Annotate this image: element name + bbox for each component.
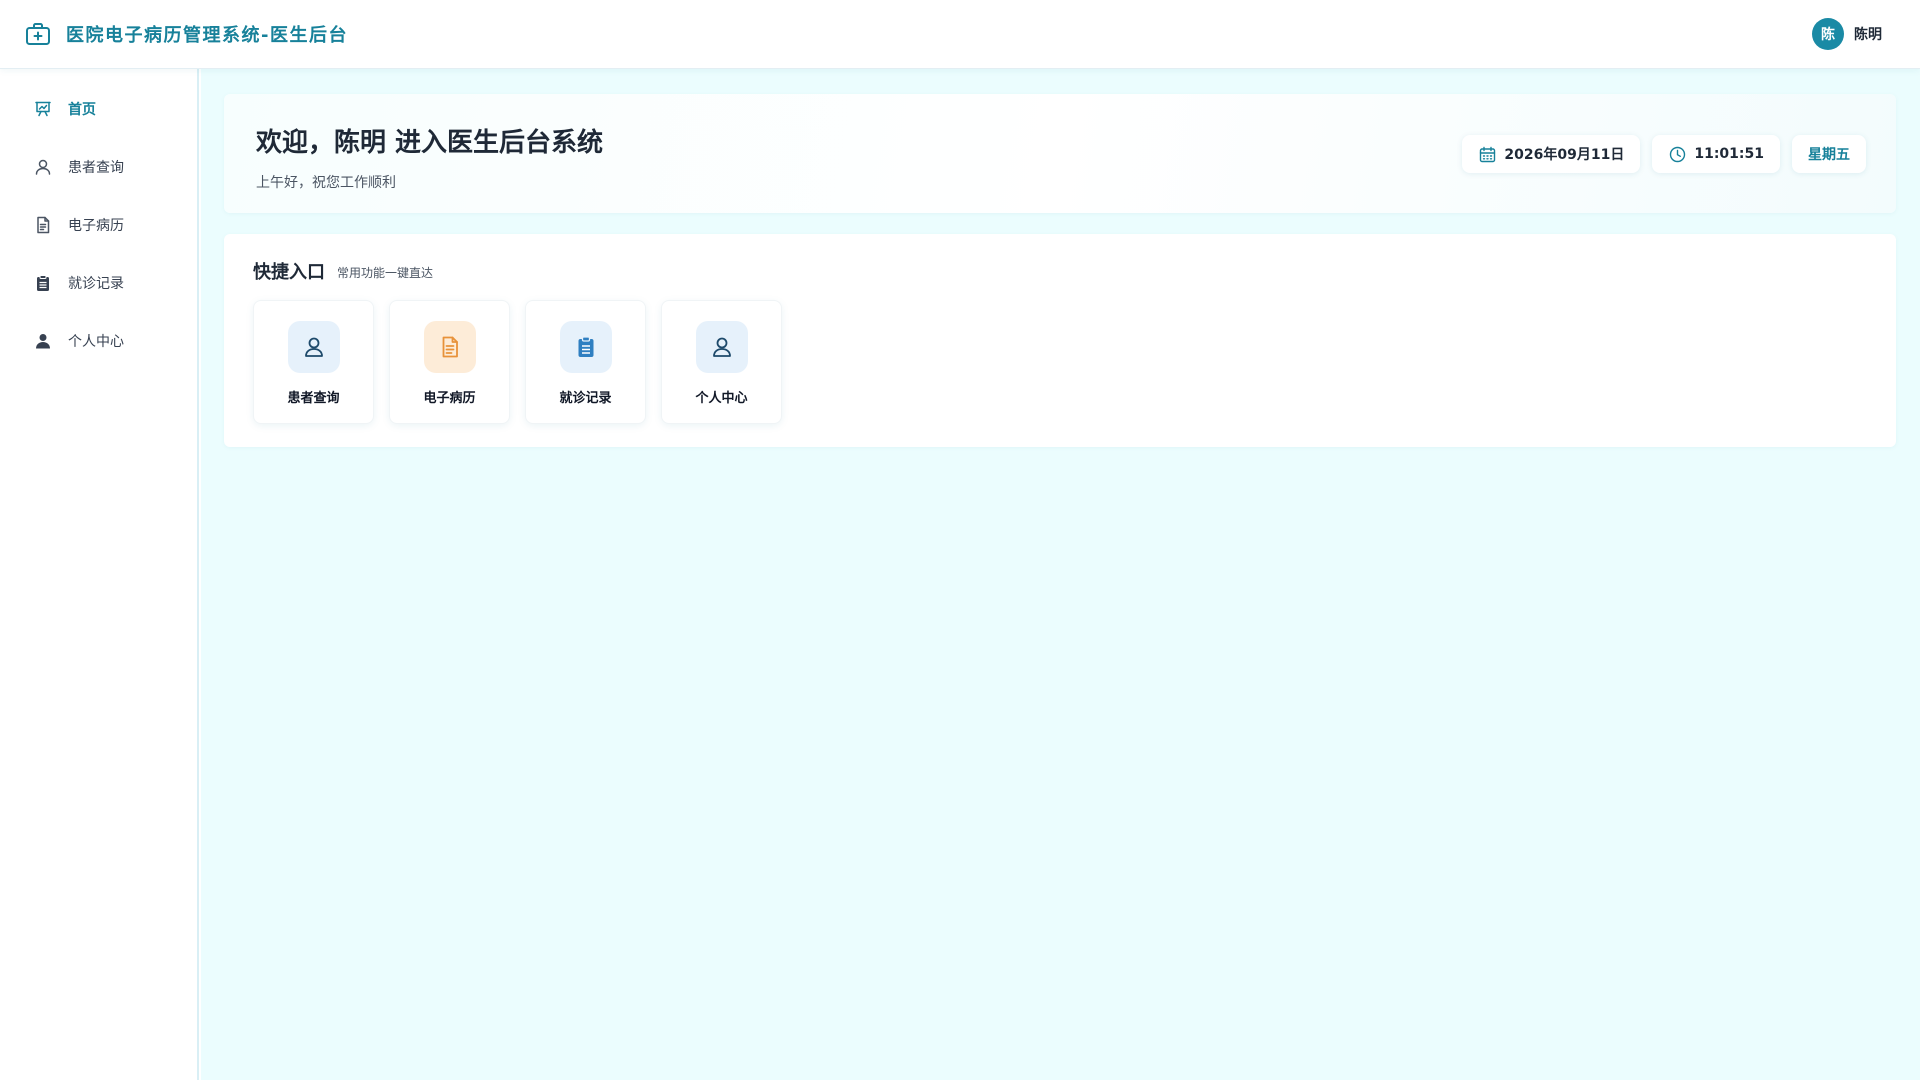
sidebar-item-label: 电子病历 — [68, 218, 124, 234]
sidebar: 首页 患者查询 电子病历 就诊记录 个人中心 — [0, 69, 199, 1080]
user-solid-icon — [34, 332, 52, 350]
quick-card-label: 患者查询 — [287, 391, 340, 406]
user-icon — [287, 321, 340, 373]
quick-card-label: 就诊记录 — [559, 391, 612, 406]
calendar-icon — [1478, 145, 1496, 163]
quick-card-visit-records[interactable]: 就诊记录 — [525, 300, 646, 424]
time-text: 11:01:51 — [1694, 146, 1764, 162]
welcome-panel: 欢迎，陈明 进入医生后台系统 上午好，祝您工作顺利 2026年09月11日 11… — [224, 94, 1896, 213]
sidebar-item-label: 就诊记录 — [68, 276, 124, 292]
sidebar-item-profile[interactable]: 个人中心 — [0, 329, 197, 353]
sidebar-item-visit-records[interactable]: 就诊记录 — [0, 271, 197, 295]
date-text: 2026年09月11日 — [1504, 147, 1625, 163]
clipboard-icon — [34, 274, 52, 292]
top-header: 医院电子病历管理系统-医生后台 陈 陈明 — [0, 0, 1920, 69]
user-menu[interactable]: 陈 陈明 — [1812, 18, 1882, 50]
document-icon — [423, 321, 476, 373]
sidebar-item-label: 个人中心 — [68, 334, 124, 350]
app-title: 医院电子病历管理系统-医生后台 — [66, 25, 348, 46]
weekday-text: 星期五 — [1808, 147, 1850, 163]
main-content: 欢迎，陈明 进入医生后台系统 上午好，祝您工作顺利 2026年09月11日 11… — [201, 69, 1920, 1080]
quick-access-panel: 快捷入口 常用功能一键直达 患者查询 电子病历 就诊记录 个人中心 — [224, 234, 1896, 447]
medical-kit-icon — [24, 20, 52, 48]
quick-access-subtitle: 常用功能一键直达 — [337, 266, 434, 280]
quick-card-profile[interactable]: 个人中心 — [661, 300, 782, 424]
document-icon — [34, 216, 52, 234]
sidebar-item-emr[interactable]: 电子病历 — [0, 213, 197, 237]
clipboard-icon — [559, 321, 612, 373]
quick-access-title: 快捷入口 — [253, 262, 325, 283]
date-time-chips: 2026年09月11日 11:01:51 星期五 — [1450, 135, 1866, 173]
date-chip: 2026年09月11日 — [1462, 135, 1641, 173]
brand[interactable]: 医院电子病历管理系统-医生后台 — [24, 20, 348, 48]
presentation-chart-icon — [34, 100, 52, 118]
quick-card-emr[interactable]: 电子病历 — [389, 300, 510, 424]
time-chip: 11:01:51 — [1652, 135, 1780, 173]
user-name[interactable]: 陈明 — [1854, 24, 1882, 44]
user-icon — [34, 158, 52, 176]
user-icon — [695, 321, 748, 373]
quick-card-patient-search[interactable]: 患者查询 — [253, 300, 374, 424]
weekday-chip: 星期五 — [1792, 135, 1866, 173]
sidebar-item-patient-search[interactable]: 患者查询 — [0, 155, 197, 179]
clock-icon — [1668, 145, 1686, 163]
welcome-title: 欢迎，陈明 进入医生后台系统 — [256, 128, 604, 158]
quick-card-label: 个人中心 — [695, 391, 748, 406]
sidebar-item-label: 患者查询 — [68, 160, 124, 176]
sidebar-item-label: 首页 — [68, 102, 96, 118]
quick-card-label: 电子病历 — [423, 391, 476, 406]
avatar[interactable]: 陈 — [1812, 18, 1844, 50]
quick-access-cards: 患者查询 电子病历 就诊记录 个人中心 — [253, 300, 797, 424]
welcome-subtitle: 上午好，祝您工作顺利 — [256, 175, 396, 191]
sidebar-item-home[interactable]: 首页 — [0, 97, 197, 121]
